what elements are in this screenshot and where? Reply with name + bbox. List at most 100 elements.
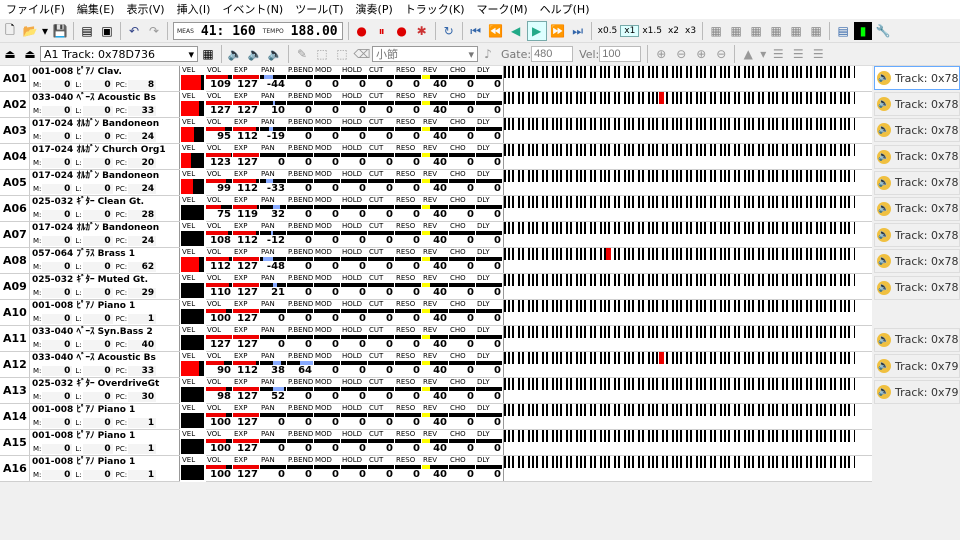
- controller-vol[interactable]: VOL 90: [206, 352, 233, 378]
- controller-cut[interactable]: CUT 0: [368, 248, 395, 274]
- controller-pan[interactable]: PAN -44: [260, 66, 287, 92]
- l-value[interactable]: 0: [82, 314, 113, 324]
- controller-pan[interactable]: PAN 0: [260, 300, 287, 326]
- controller-dly[interactable]: DLY 0: [476, 326, 503, 352]
- pc-value[interactable]: 29: [128, 288, 157, 298]
- pc-value[interactable]: 24: [128, 236, 157, 246]
- track-row[interactable]: A03 017-024 ｵﾙｶﾞﾝ Bandoneon M: 0 L: 0 PC…: [0, 118, 872, 144]
- l-value[interactable]: 0: [82, 236, 113, 246]
- controller-pan[interactable]: PAN -48: [260, 248, 287, 274]
- list-view-icon[interactable]: ▤: [834, 22, 852, 40]
- controller-pbend[interactable]: P.BEND 0: [287, 92, 314, 118]
- l-value[interactable]: 0: [82, 80, 113, 90]
- window-icon[interactable]: ▦: [707, 22, 725, 40]
- track-info[interactable]: 017-024 ｵﾙｶﾞﾝ Bandoneon M: 0 L: 0 PC: 24: [30, 170, 180, 195]
- pc-value[interactable]: 20: [128, 158, 157, 168]
- controller-mod[interactable]: MOD 0: [314, 456, 341, 482]
- controller-pan[interactable]: PAN 38: [260, 352, 287, 378]
- controller-dly[interactable]: DLY 0: [476, 248, 503, 274]
- controller-dly[interactable]: DLY 0: [476, 352, 503, 378]
- keyboard[interactable]: [503, 456, 855, 481]
- m-value[interactable]: 0: [42, 236, 73, 246]
- m-value[interactable]: 0: [42, 132, 73, 142]
- menu-item[interactable]: 表示(V): [120, 0, 170, 19]
- speed-x1-5-button[interactable]: x1.5: [639, 26, 665, 36]
- controller-hold[interactable]: HOLD 0: [341, 300, 368, 326]
- controller-mod[interactable]: MOD 0: [314, 118, 341, 144]
- controller-pan[interactable]: PAN -33: [260, 170, 287, 196]
- controller-pbend[interactable]: P.BEND 0: [287, 274, 314, 300]
- controller-vol[interactable]: VOL 110: [206, 274, 233, 300]
- side-track-item[interactable]: 🔈 Track: 0x78E2: [874, 144, 960, 169]
- controller-mod[interactable]: MOD 0: [314, 92, 341, 118]
- controller-pan[interactable]: PAN 10: [260, 92, 287, 118]
- controller-pbend[interactable]: P.BEND 0: [287, 456, 314, 482]
- menu-item[interactable]: トラック(K): [399, 0, 471, 19]
- controller-cut[interactable]: CUT 0: [368, 326, 395, 352]
- controller-mod[interactable]: MOD 0: [314, 404, 341, 430]
- controller-cho[interactable]: CHO 0: [449, 326, 476, 352]
- m-value[interactable]: 0: [42, 184, 73, 194]
- track-id[interactable]: A09: [0, 274, 30, 299]
- menu-item[interactable]: 挿入(I): [171, 0, 217, 19]
- controller-cho[interactable]: CHO 0: [449, 66, 476, 92]
- track-row[interactable]: A11 033-040 ﾍﾞｰｽ Syn.Bass 2 M: 0 L: 0 PC…: [0, 326, 872, 352]
- controller-reso[interactable]: RESO 0: [395, 248, 422, 274]
- l-value[interactable]: 0: [82, 210, 113, 220]
- track-id[interactable]: A10: [0, 300, 30, 325]
- undo-icon[interactable]: ↶: [125, 22, 143, 40]
- controller-rev[interactable]: REV 40: [422, 352, 449, 378]
- pc-value[interactable]: 33: [128, 106, 157, 116]
- pc-value[interactable]: 62: [128, 262, 157, 272]
- controller-cut[interactable]: CUT 0: [368, 222, 395, 248]
- controller-cho[interactable]: CHO 0: [449, 404, 476, 430]
- track-id[interactable]: A11: [0, 326, 30, 351]
- speaker-icon[interactable]: 🔈: [246, 45, 264, 63]
- controller-pan[interactable]: PAN 52: [260, 378, 287, 404]
- l-value[interactable]: 0: [82, 340, 113, 350]
- side-track-item[interactable]: 🔈 Track: 0x7908: [874, 380, 960, 405]
- controller-rev[interactable]: REV 40: [422, 196, 449, 222]
- m-value[interactable]: 0: [42, 262, 73, 272]
- track-select[interactable]: A1 Track: 0x78D736 ▾: [40, 46, 198, 62]
- controller-hold[interactable]: HOLD 0: [341, 196, 368, 222]
- controller-exp[interactable]: EXP 127: [233, 430, 260, 456]
- m-value[interactable]: 0: [42, 106, 73, 116]
- controller-mod[interactable]: MOD 0: [314, 144, 341, 170]
- track-info[interactable]: 025-032 ｷﾞﾀｰ Muted Gt. M: 0 L: 0 PC: 29: [30, 274, 180, 299]
- m-value[interactable]: 0: [42, 80, 73, 90]
- menu-item[interactable]: 演奏(P): [350, 0, 399, 19]
- track-row[interactable]: A08 057-064 ﾌﾞﾗｽ Brass 1 M: 0 L: 0 PC: 6…: [0, 248, 872, 274]
- track-id[interactable]: A15: [0, 430, 30, 455]
- vel-input[interactable]: [599, 46, 642, 62]
- controller-hold[interactable]: HOLD 0: [341, 326, 368, 352]
- controller-hold[interactable]: HOLD 0: [341, 274, 368, 300]
- controller-rev[interactable]: REV 40: [422, 404, 449, 430]
- controller-dly[interactable]: DLY 0: [476, 300, 503, 326]
- track-row[interactable]: A15 001-008 ﾋﾟｱﾉ Piano 1 M: 0 L: 0 PC: 1…: [0, 430, 872, 456]
- controller-rev[interactable]: REV 40: [422, 274, 449, 300]
- controller-reso[interactable]: RESO 0: [395, 92, 422, 118]
- m-value[interactable]: 0: [42, 366, 73, 376]
- controller-pbend[interactable]: P.BEND 0: [287, 378, 314, 404]
- controller-cho[interactable]: CHO 0: [449, 196, 476, 222]
- controller-mod[interactable]: MOD 0: [314, 196, 341, 222]
- track-info[interactable]: 017-024 ｵﾙｶﾞﾝ Bandoneon M: 0 L: 0 PC: 24: [30, 222, 180, 247]
- controller-rev[interactable]: REV 40: [422, 430, 449, 456]
- pc-value[interactable]: 40: [128, 340, 157, 350]
- controller-rev[interactable]: REV 40: [422, 118, 449, 144]
- step-record-icon[interactable]: ⏸: [373, 22, 391, 40]
- controller-rev[interactable]: REV 40: [422, 378, 449, 404]
- l-value[interactable]: 0: [82, 392, 113, 402]
- controller-rev[interactable]: REV 40: [422, 456, 449, 482]
- l-value[interactable]: 0: [82, 106, 113, 116]
- controller-exp[interactable]: EXP 112: [233, 222, 260, 248]
- controller-pan[interactable]: PAN 0: [260, 326, 287, 352]
- m-value[interactable]: 0: [42, 210, 73, 220]
- pc-value[interactable]: 30: [128, 392, 157, 402]
- controller-dly[interactable]: DLY 0: [476, 66, 503, 92]
- controller-vol[interactable]: VOL 75: [206, 196, 233, 222]
- controller-reso[interactable]: RESO 0: [395, 430, 422, 456]
- chevron-down-icon[interactable]: ▾: [759, 45, 767, 63]
- side-track-item[interactable]: 🔈 Track: 0x78F9: [874, 275, 960, 300]
